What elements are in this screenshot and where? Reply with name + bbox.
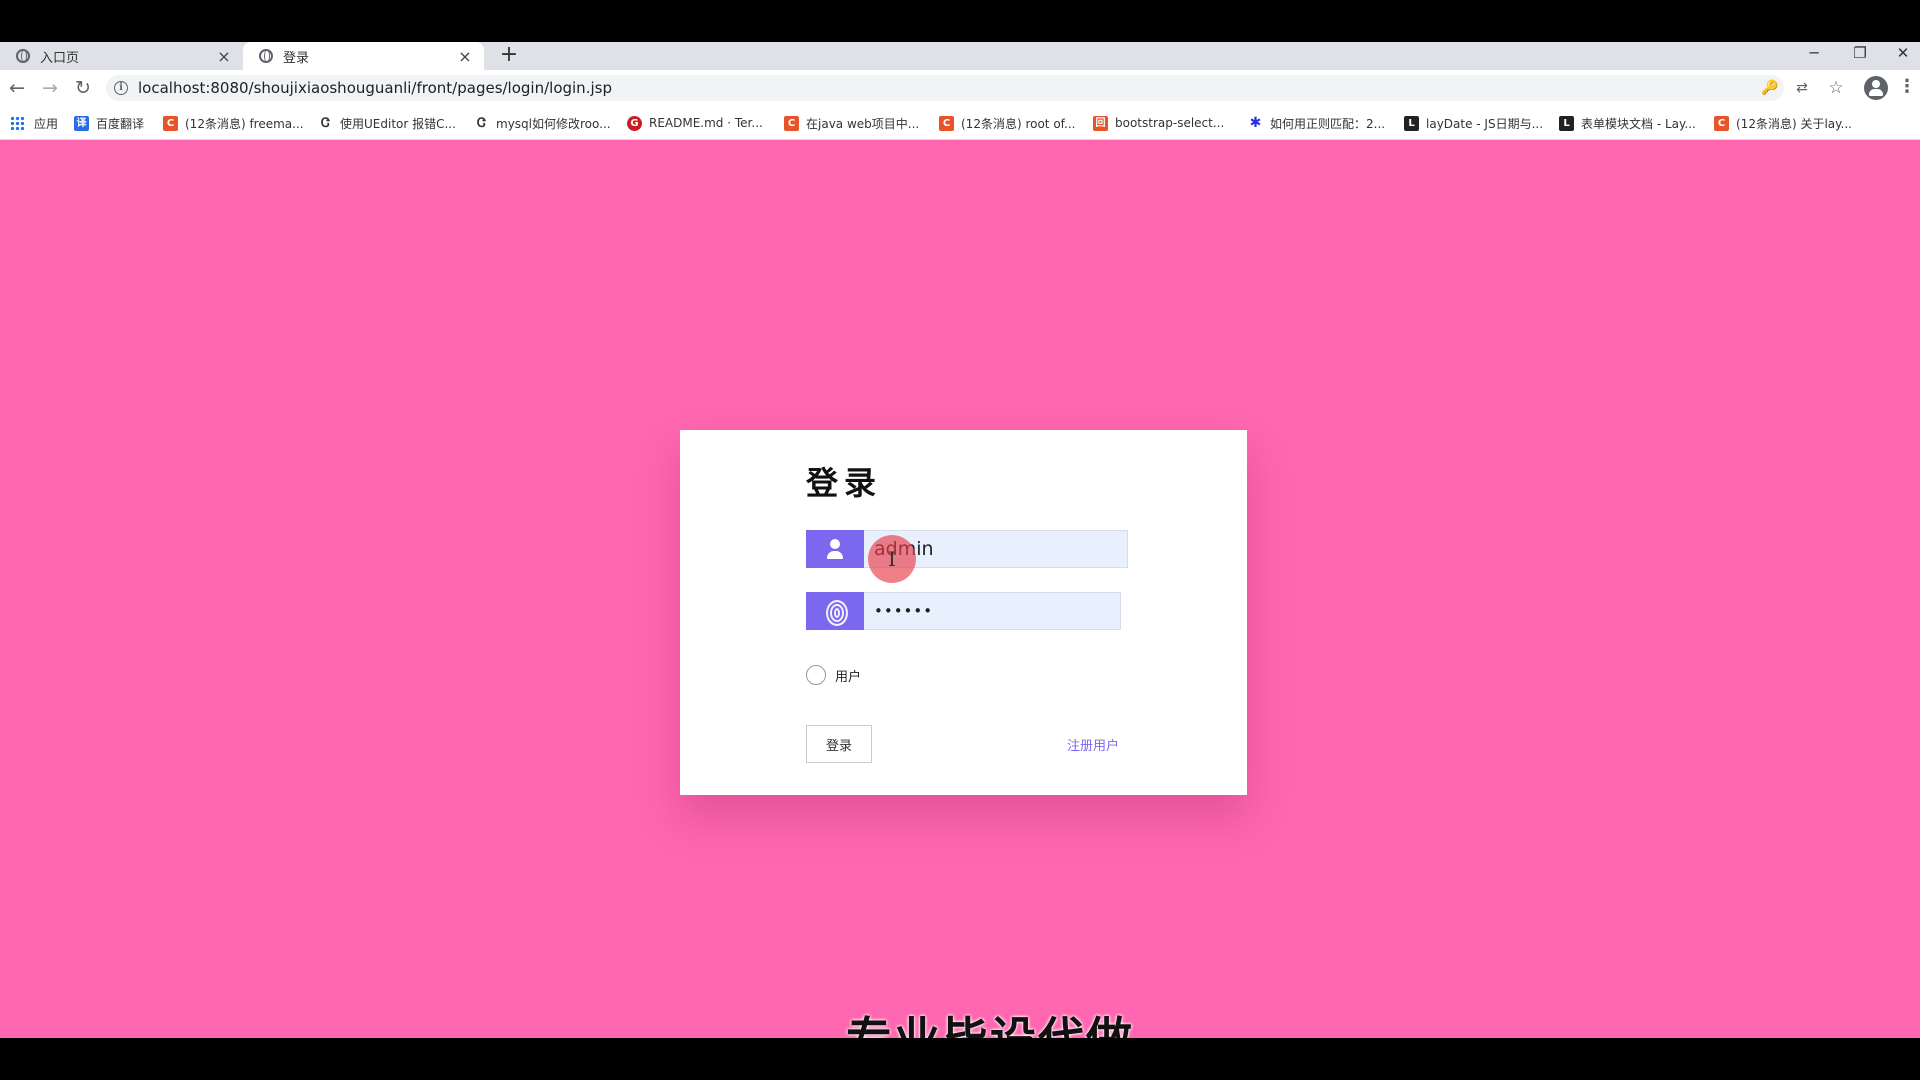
bookmark-label: layDate - JS日期与... xyxy=(1426,116,1544,131)
layui-icon: L xyxy=(1559,115,1574,131)
login-title: 登录 xyxy=(806,464,883,502)
window-close-button[interactable]: ✕ xyxy=(1886,42,1920,70)
tab-login[interactable]: 登录 × xyxy=(243,42,484,70)
bookmark-item[interactable]: L 表单模块文档 - Lay... xyxy=(1559,106,1696,140)
csdn-icon: C xyxy=(1714,115,1729,131)
link-icon: Ꮳ xyxy=(477,115,486,131)
register-link[interactable]: 注册用户 xyxy=(1067,735,1119,754)
login-button[interactable]: 登录 xyxy=(806,725,872,763)
baidu-translate-icon: 译 xyxy=(74,115,89,131)
close-icon[interactable]: × xyxy=(215,47,233,66)
baidu-paw-icon: ✱ xyxy=(1249,114,1262,131)
bookmark-label: 百度翻译 xyxy=(96,116,145,131)
profile-avatar-icon[interactable] xyxy=(1864,76,1888,100)
bookmark-item[interactable]: C (12条消息) 关于lay... xyxy=(1714,106,1852,140)
address-bar[interactable]: i localhost:8080/shoujixiaoshouguanli/fr… xyxy=(106,75,1784,101)
role-label: 用户 xyxy=(835,669,862,685)
bookmark-item[interactable]: 译 百度翻译 xyxy=(74,106,144,140)
link-icon: Ꮳ xyxy=(321,115,330,131)
apps-grid-icon xyxy=(10,116,24,130)
bookmark-label: (12条消息) root of... xyxy=(961,116,1076,131)
bookmark-item[interactable]: C (12条消息) freema... xyxy=(163,106,304,140)
reload-button[interactable]: ↻ xyxy=(70,75,96,101)
translate-icon[interactable]: ⇄ xyxy=(1792,79,1812,97)
password-row xyxy=(806,592,1121,630)
url-text[interactable]: localhost:8080/shoujixiaoshouguanli/fron… xyxy=(138,79,612,97)
bookmark-label: (12条消息) freema... xyxy=(185,116,304,131)
bookmark-label: 使用UEditor 报错C... xyxy=(340,116,456,131)
bookmark-label: 在java web项目中... xyxy=(806,116,920,131)
tab-entry-page[interactable]: 入口页 × xyxy=(0,42,243,70)
tab-title: 登录 xyxy=(283,50,310,66)
bookmark-item[interactable]: L layDate - JS日期与... xyxy=(1404,106,1543,140)
info-icon[interactable]: i xyxy=(114,81,128,95)
letterbox-top xyxy=(0,0,1920,42)
bookmark-item[interactable]: G README.md · Ter... xyxy=(627,106,763,140)
role-option[interactable]: 用户 xyxy=(806,665,861,685)
page-background: 登录 用户 登录 注册用户 专业毕设代做 xyxy=(0,140,1920,1038)
globe-icon xyxy=(16,49,30,63)
bookmark-label: bootstrap-select... xyxy=(1115,116,1225,130)
gitee-icon: G xyxy=(627,115,642,131)
caption-overlay: 专业毕设代做 xyxy=(846,1003,1134,1038)
password-input[interactable] xyxy=(864,592,1121,630)
bookmark-label: 应用 xyxy=(34,116,59,131)
user-icon xyxy=(806,530,864,568)
text-cursor-icon: I xyxy=(888,547,896,571)
bookmark-label: README.md · Ter... xyxy=(649,116,763,130)
new-tab-button[interactable]: + xyxy=(496,42,522,70)
bookmarks-bar: 应用 译 百度翻译 C (12条消息) freema... Ꮳ 使用UEdito… xyxy=(0,106,1920,140)
csdn-icon: C xyxy=(939,115,954,131)
back-button[interactable]: ← xyxy=(4,75,30,101)
tab-strip: 入口页 × 登录 × xyxy=(0,42,1920,70)
csdn-icon: C xyxy=(163,115,178,131)
forward-button[interactable]: → xyxy=(37,75,63,101)
menu-icon[interactable]: ⋮ xyxy=(1898,75,1916,101)
bookmark-item[interactable]: C 在java web项目中... xyxy=(784,106,919,140)
username-row xyxy=(806,530,1128,568)
role-radio[interactable] xyxy=(806,665,826,685)
bookmark-label: 表单模块文档 - Lay... xyxy=(1581,116,1696,131)
star-icon[interactable]: ☆ xyxy=(1826,79,1846,97)
bookmark-label: 如何用正则匹配：2... xyxy=(1270,116,1386,131)
layui-icon: L xyxy=(1404,115,1419,131)
restore-button[interactable]: ❐ xyxy=(1840,42,1880,70)
globe-icon xyxy=(259,49,273,63)
login-card: 登录 用户 登录 注册用户 xyxy=(680,430,1247,795)
bookmark-item[interactable]: C (12条消息) root of... xyxy=(939,106,1075,140)
tab-title: 入口页 xyxy=(40,50,80,66)
bookmark-item[interactable]: 回 bootstrap-select... xyxy=(1093,106,1224,140)
bootstrap-icon: 回 xyxy=(1093,115,1108,131)
bookmark-item[interactable]: Ꮳ 使用UEditor 报错C... xyxy=(318,106,456,140)
bookmark-label: (12条消息) 关于lay... xyxy=(1736,116,1852,131)
key-icon[interactable]: 🔑 xyxy=(1760,79,1780,97)
letterbox-bottom xyxy=(0,1038,1920,1080)
browser-toolbar: ← → ↻ i localhost:8080/shoujixiaoshougua… xyxy=(0,70,1920,106)
csdn-icon: C xyxy=(784,115,799,131)
close-icon[interactable]: × xyxy=(456,47,474,66)
minimize-button[interactable]: ─ xyxy=(1794,42,1834,70)
fingerprint-icon xyxy=(806,592,864,630)
bookmark-apps[interactable]: 应用 xyxy=(10,106,58,140)
bookmark-label: mysql如何修改roo... xyxy=(496,116,611,131)
bookmark-item[interactable]: Ꮳ mysql如何修改roo... xyxy=(474,106,611,140)
bookmark-item[interactable]: ✱ 如何用正则匹配：2... xyxy=(1248,106,1385,140)
